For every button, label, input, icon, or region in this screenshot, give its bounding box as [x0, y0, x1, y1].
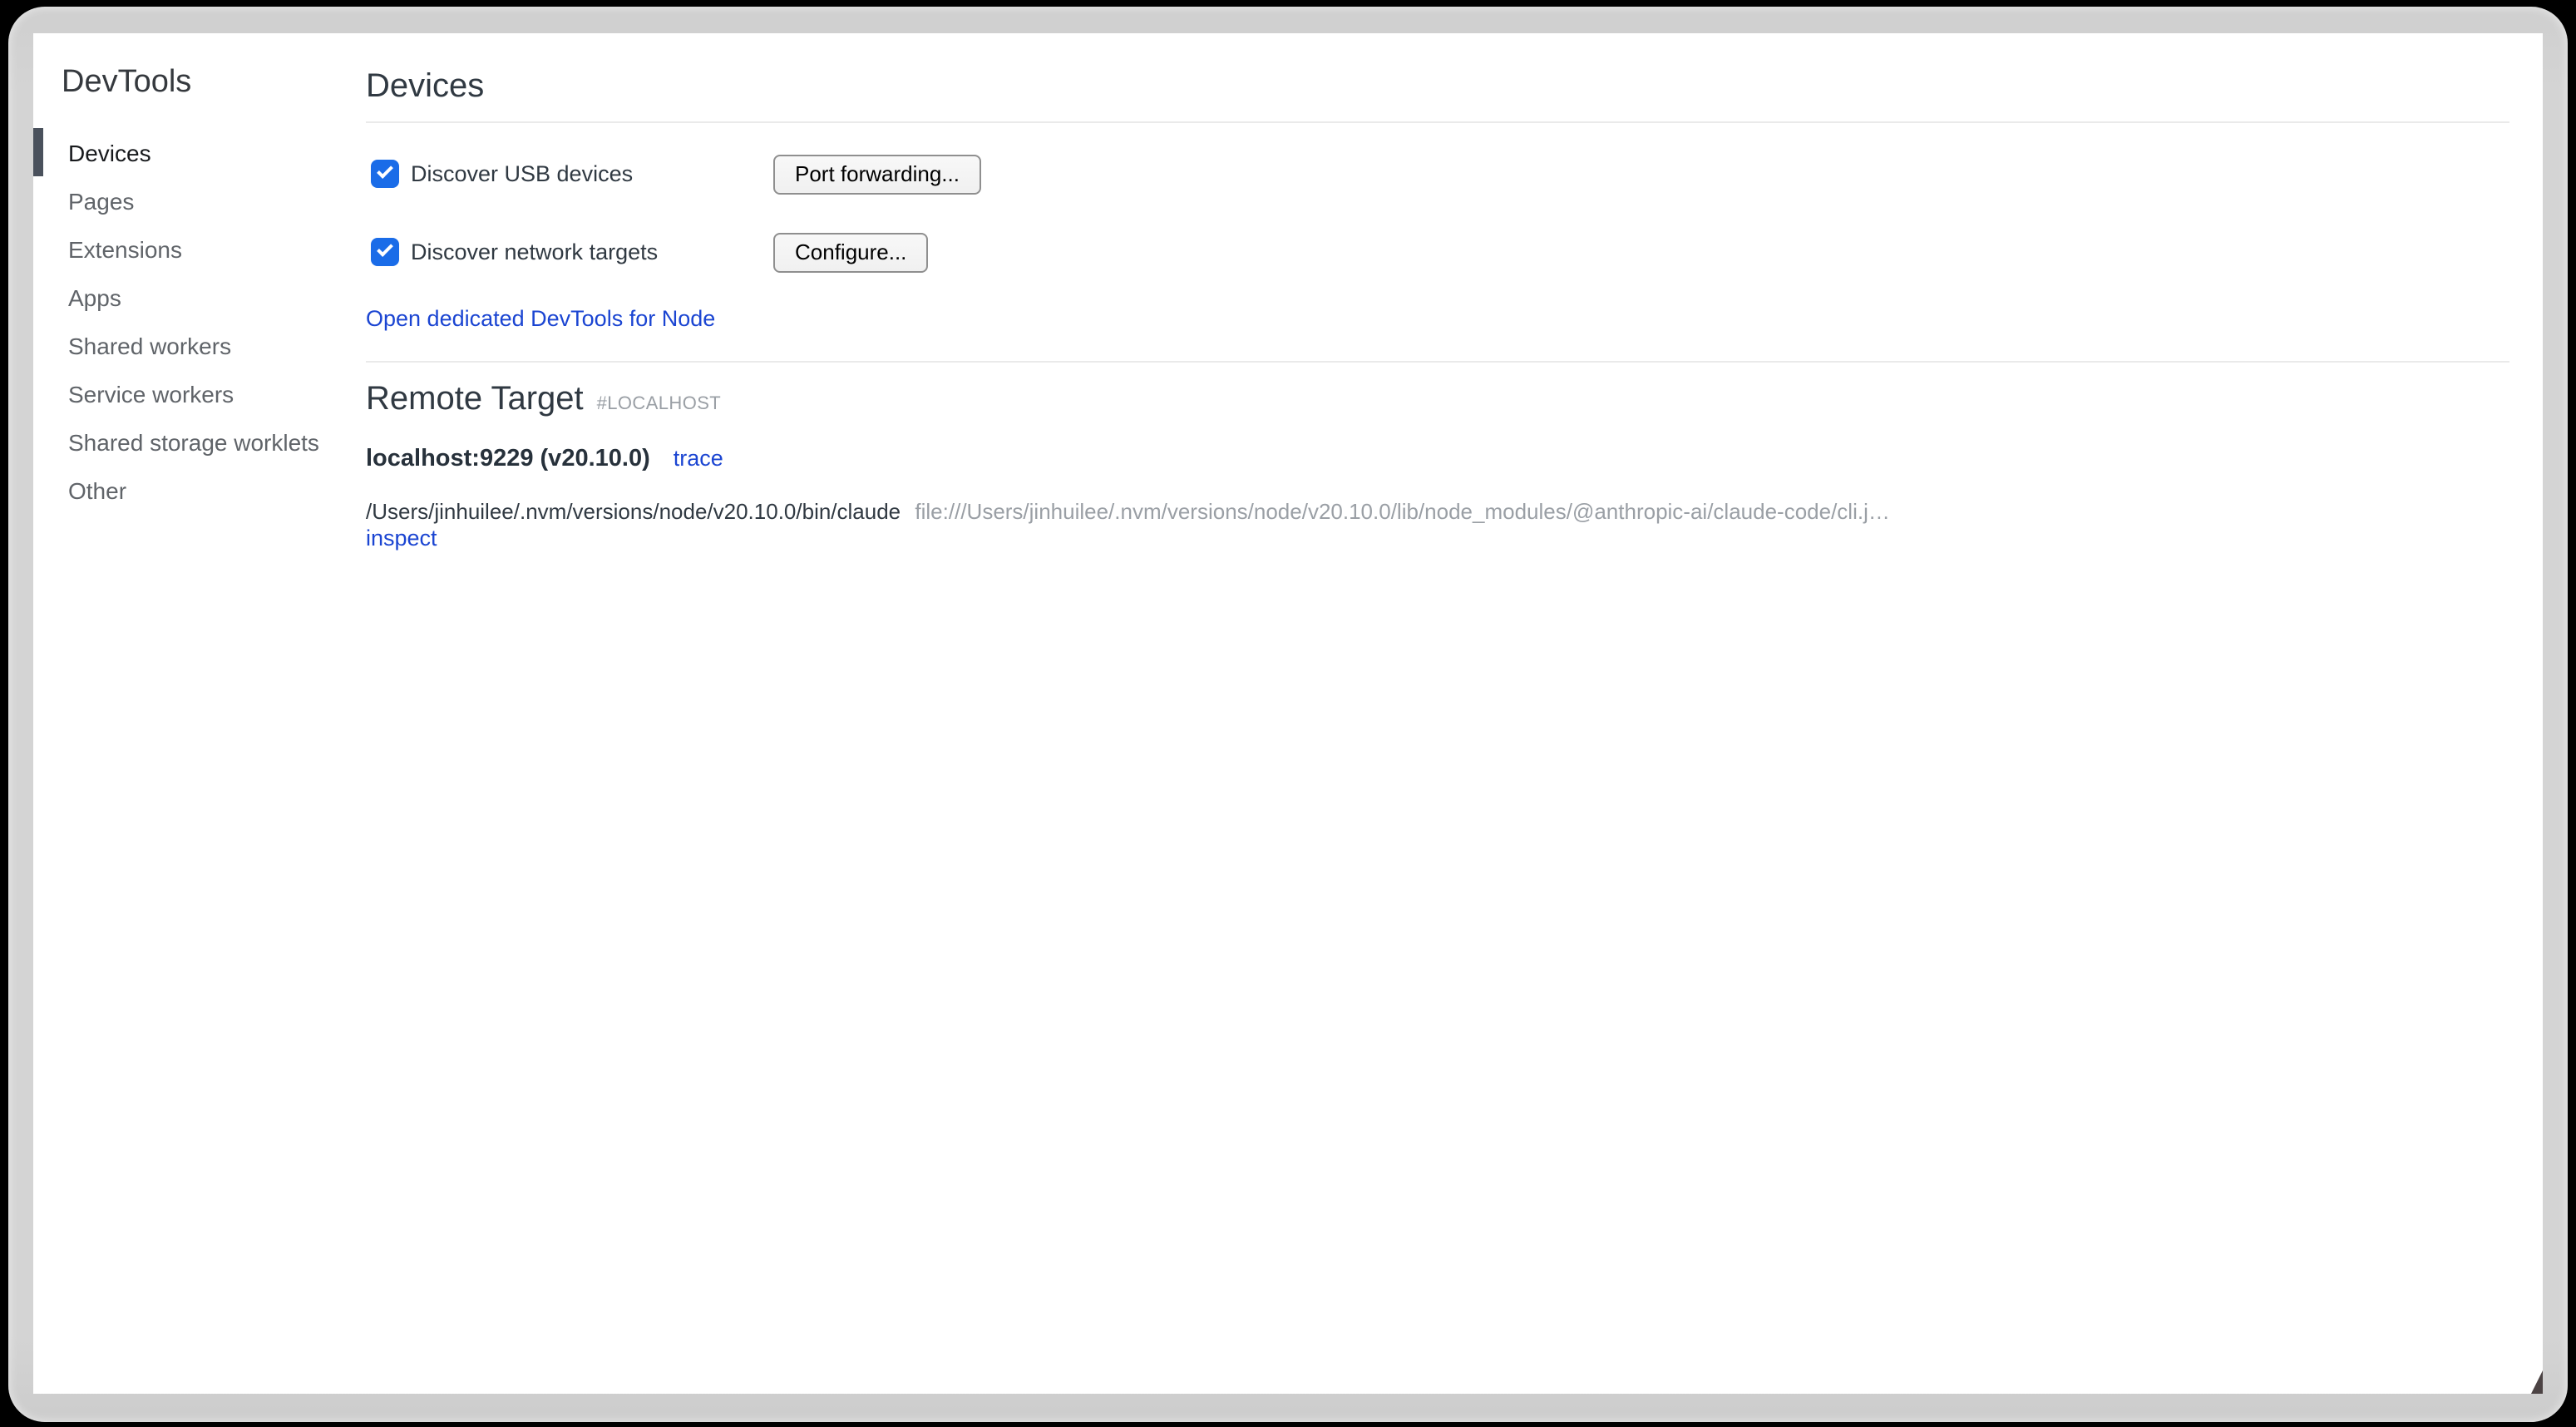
localhost-tag: #LOCALHOST: [597, 394, 722, 414]
sidebar-item-shared-workers[interactable]: Shared workers: [33, 321, 366, 369]
page-title: Devices: [366, 68, 2509, 106]
file-url: file:///Users/jinhuilee/.nvm/versions/no…: [915, 499, 1889, 524]
sidebar-item-shared-storage-worklets[interactable]: Shared storage worklets: [33, 417, 366, 466]
discover-network-row: Discover network targets Configure...: [366, 231, 2509, 273]
sidebar-item-extensions[interactable]: Extensions: [33, 225, 366, 273]
port-forwarding-button[interactable]: Port forwarding...: [773, 154, 981, 194]
sidebar-item-label: Devices: [68, 139, 151, 165]
remote-target-section: Remote Target #LOCALHOST localhost:9229 …: [366, 363, 2509, 551]
screen: DevTools Devices Pages Extensions Apps S…: [0, 0, 2576, 1427]
target-properties: /Users/jinhuilee/.nvm/versions/node/v20.…: [366, 499, 2509, 525]
sidebar-item-devices[interactable]: Devices: [33, 128, 366, 176]
sidebar: DevTools Devices Pages Extensions Apps S…: [33, 33, 366, 1394]
main-panel: Devices Discover USB devices Port forwar…: [366, 33, 2543, 1394]
app-window: DevTools Devices Pages Extensions Apps S…: [8, 7, 2568, 1422]
sidebar-item-pages[interactable]: Pages: [33, 176, 366, 225]
sidebar-item-label: Apps: [68, 284, 121, 310]
inspect-page: DevTools Devices Pages Extensions Apps S…: [33, 33, 2543, 1394]
discover-usb-label: Discover USB devices: [411, 161, 633, 186]
open-node-devtools-link[interactable]: Open dedicated DevTools for Node: [366, 306, 715, 331]
trace-link[interactable]: trace: [674, 446, 723, 471]
remote-target-heading: Remote Target: [366, 381, 584, 419]
sidebar-item-service-workers[interactable]: Service workers: [33, 369, 366, 417]
sidebar-item-label: Other: [68, 476, 126, 503]
discover-usb-row: Discover USB devices Port forwarding...: [366, 153, 2509, 195]
sidebar-item-label: Shared workers: [68, 332, 231, 358]
sidebar-item-other[interactable]: Other: [33, 466, 366, 514]
sidebar-item-label: Extensions: [68, 235, 182, 262]
sidebar-item-label: Shared storage worklets: [68, 428, 319, 455]
discover-usb-checkbox[interactable]: [371, 160, 399, 188]
resize-grip[interactable]: [2531, 1370, 2543, 1394]
sidebar-title: DevTools: [33, 65, 366, 101]
sidebar-item-label: Service workers: [68, 380, 234, 407]
checkmark-icon: [377, 240, 393, 257]
configure-button[interactable]: Configure...: [773, 232, 928, 272]
target-name: localhost:9229 (v20.10.0): [366, 446, 650, 472]
sidebar-item-label: Pages: [68, 187, 134, 214]
sidebar-item-apps[interactable]: Apps: [33, 273, 366, 321]
checkmark-icon: [377, 162, 393, 179]
process-path: /Users/jinhuilee/.nvm/versions/node/v20.…: [366, 499, 901, 524]
inspect-link[interactable]: inspect: [366, 525, 437, 550]
discover-network-checkbox[interactable]: [371, 238, 399, 266]
discover-network-label: Discover network targets: [411, 239, 658, 264]
